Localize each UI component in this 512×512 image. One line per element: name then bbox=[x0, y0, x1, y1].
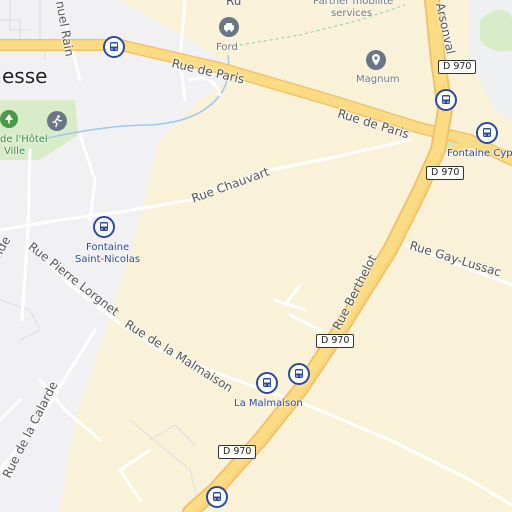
poi-label-partner-services: services bbox=[331, 8, 373, 19]
poi-label-ville: Ville bbox=[4, 146, 26, 157]
poi-label-partner-mobilite: Partner mobilité bbox=[313, 0, 394, 7]
stop-label-fontaine-cypierre: Fontaine Cypie bbox=[447, 148, 512, 159]
map-view[interactable]: esse Ru Rue de Paris Rue de Paris Rue Ch… bbox=[0, 0, 512, 512]
fitness-poi[interactable] bbox=[47, 111, 67, 131]
bus-stop-fontaine-cypierre[interactable] bbox=[476, 122, 498, 144]
bus-stop-la-malmaison[interactable] bbox=[256, 372, 278, 394]
route-shield-d970: D 970 bbox=[438, 60, 477, 74]
bus-icon bbox=[483, 128, 491, 137]
bus-icon bbox=[110, 42, 118, 51]
route-shield-d970: D 970 bbox=[426, 166, 465, 180]
running-person-icon bbox=[52, 115, 63, 128]
bus-icon bbox=[263, 378, 271, 387]
magnum-poi[interactable] bbox=[366, 50, 386, 70]
bus-icon bbox=[213, 492, 221, 501]
bus-stop-la-malmaison-east[interactable] bbox=[288, 363, 310, 385]
bus-stop-south[interactable] bbox=[206, 486, 228, 508]
bus-stop-rue-de-paris-west[interactable] bbox=[103, 36, 125, 58]
park-poi[interactable] bbox=[0, 110, 18, 128]
route-shield-d970: D 970 bbox=[218, 445, 257, 459]
bus-stop-fontaine-saint-nicolas[interactable] bbox=[93, 216, 115, 238]
road-label-top: Ru bbox=[226, 0, 242, 8]
route-shield-d970: D 970 bbox=[316, 334, 355, 348]
map-pin-icon bbox=[372, 54, 380, 66]
car-dealer-icon bbox=[224, 23, 234, 32]
bus-icon bbox=[100, 222, 108, 231]
poi-label-hotel-de-ville: de l'Hôtel bbox=[0, 134, 48, 145]
ford-poi[interactable] bbox=[219, 17, 239, 37]
bus-stop-arsonval[interactable] bbox=[435, 89, 457, 111]
stop-label-fontaine: Fontaine bbox=[86, 242, 130, 253]
bus-icon bbox=[442, 95, 450, 104]
stop-label-saint-nicolas: Saint-Nicolas bbox=[75, 254, 141, 265]
poi-label-magnum: Magnum bbox=[356, 74, 400, 85]
place-name: esse bbox=[2, 64, 48, 88]
poi-label-ford: Ford bbox=[216, 42, 238, 53]
stop-label-la-malmaison: La Malmaison bbox=[234, 398, 303, 409]
bus-icon bbox=[295, 369, 303, 378]
tree-icon bbox=[5, 114, 13, 124]
